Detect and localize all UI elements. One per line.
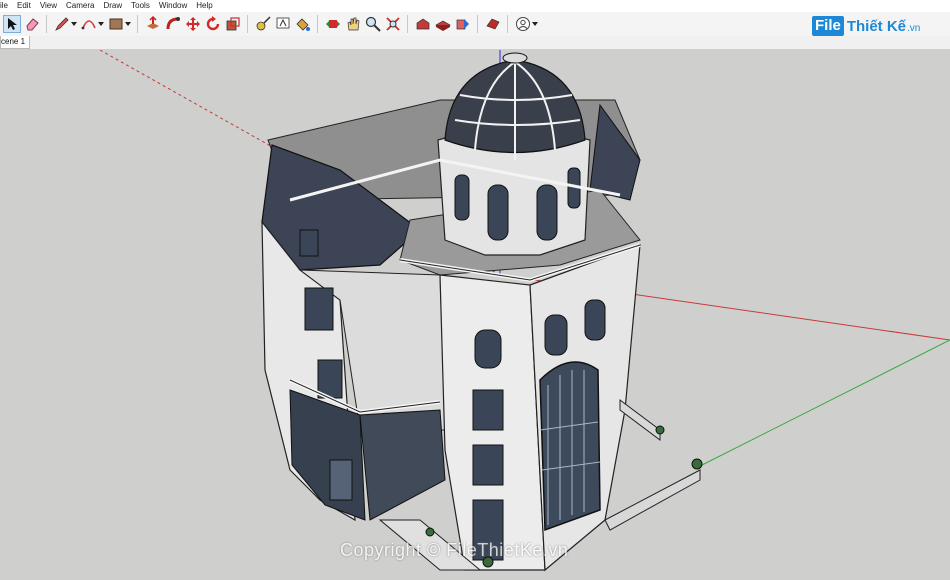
model-canvas [99,50,950,572]
select-tool-icon[interactable] [3,15,21,33]
menu-view[interactable]: View [37,0,63,12]
model-viewport[interactable] [0,50,950,580]
pencil-line-tool-icon[interactable] [54,16,70,32]
scene-tab-1[interactable]: cene 1 [0,36,31,49]
account-icon[interactable] [515,16,531,32]
eraser-tool-icon[interactable] [24,16,40,32]
arc-tool-icon[interactable] [81,16,97,32]
text-tool-icon[interactable] [275,16,291,32]
toolbar-separator [137,15,138,33]
menu-draw[interactable]: Draw [100,0,128,12]
menu-help[interactable]: Help [193,0,218,12]
toolbar-separator [317,15,318,33]
logo-box: File [812,16,844,36]
building-model [261,52,703,572]
toolbar-separator [507,15,508,33]
rotate-tool-icon[interactable] [205,16,221,32]
pan-tool-icon[interactable] [345,16,361,32]
move-tool-icon[interactable] [185,16,201,32]
push-pull-tool-icon[interactable] [145,16,161,32]
scene-tabs-bar: cene 1 [0,36,950,50]
menu-tools[interactable]: Tools [128,0,156,12]
toolbar-separator [477,15,478,33]
scale-tool-icon[interactable] [225,16,241,32]
menu-file[interactable]: ile [0,0,14,12]
logo-tld: .vn [907,22,921,34]
main-toolbar [0,12,950,37]
site-logo: File Thiết Kế .vn [812,14,920,38]
menu-bar: ile Edit View Camera Draw Tools Window H… [0,0,950,12]
menu-window[interactable]: Window [156,0,193,12]
follow-me-tool-icon[interactable] [165,16,181,32]
menu-camera[interactable]: Camera [63,0,100,12]
paint-bucket-tool-icon[interactable] [295,16,311,32]
share-component-tool-icon[interactable] [455,16,471,32]
rectangle-tool-icon[interactable] [108,16,124,32]
rectangle-dropdown-icon[interactable] [125,16,131,32]
share-model-tool-icon[interactable] [435,16,451,32]
toolbar-separator [46,15,47,33]
copyright-watermark: Copyright © FileThietKe.vn [340,540,569,560]
menu-edit[interactable]: Edit [14,0,37,12]
line-dropdown-icon[interactable] [71,16,77,32]
account-dropdown-icon[interactable] [532,16,538,32]
arc-dropdown-icon[interactable] [98,16,104,32]
logo-name: Thiết Kế [846,17,907,35]
extension-warehouse-tool-icon[interactable] [485,16,501,32]
warehouse-tool-icon[interactable] [415,16,431,32]
zoom-tool-icon[interactable] [365,16,381,32]
orbit-tool-icon[interactable] [325,16,341,32]
zoom-extents-tool-icon[interactable] [385,16,401,32]
tape-measure-tool-icon[interactable] [255,16,271,32]
toolbar-separator [407,15,408,33]
green-axis [699,339,950,467]
toolbar-separator [247,15,248,33]
